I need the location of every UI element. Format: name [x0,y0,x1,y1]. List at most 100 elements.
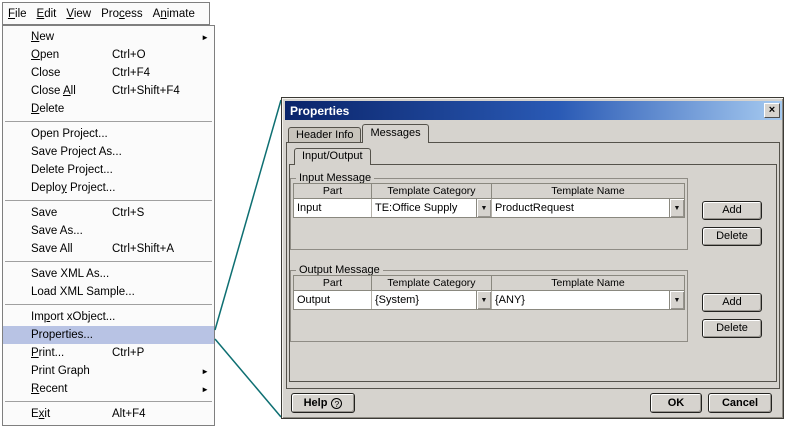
input-message-table: Part Template Category Template Name Input… [293,183,685,218]
menu-item-label: Close [31,67,61,79]
menu-separator [5,304,212,305]
submenu-arrow-icon: ► [201,32,209,42]
message-tab-strip: Input/Output [294,148,371,165]
ok-button[interactable]: OK [650,393,702,413]
part-cell[interactable]: Output [294,291,372,309]
template-name-combo[interactable]: {ANY} ▼ [492,291,684,309]
menu-item-shortcut: Ctrl+Shift+A [112,243,174,255]
template-category-combo[interactable]: TE:Office Supply ▼ [372,199,492,217]
menu-item-label: Print... [31,347,65,359]
menu-item-label: Save [31,207,58,219]
column-header-part[interactable]: Part [294,276,372,291]
menu-item-properties[interactable]: Properties... [3,326,214,344]
menu-item-print[interactable]: Print... Ctrl+P [3,344,214,362]
menu-item-new[interactable]: New ► [3,28,214,46]
submenu-arrow-icon: ► [201,384,209,394]
menubar-item-view[interactable]: View [61,5,96,23]
menu-item-close[interactable]: Close Ctrl+F4 [3,64,214,82]
menu-item-exit[interactable]: Exit Alt+F4 [3,405,214,423]
dialog-tab-strip: Header Info Messages [288,124,429,143]
menu-item-label: Import xObject... [31,311,116,323]
menu-item-label: Save XML As... [31,268,110,280]
table-row: Output {System} ▼ {ANY} ▼ [294,291,684,309]
table-header-row: Part Template Category Template Name [294,276,684,291]
menu-item-shortcut: Ctrl+Shift+F4 [112,85,180,97]
menu-item-label: Close All [31,85,76,97]
callout-line-bottom [214,338,282,418]
menu-item-delete[interactable]: Delete [3,100,214,118]
menu-item-open[interactable]: Open Ctrl+O [3,46,214,64]
menu-item-shortcut: Ctrl+O [112,49,146,61]
dropdown-arrow-icon[interactable]: ▼ [669,291,684,309]
menu-separator [5,121,212,122]
dialog-title: Properties [290,103,350,118]
menubar-item-process[interactable]: Process [96,5,148,23]
menu-item-label: New [31,31,55,43]
menu-item-import-xobject[interactable]: Import xObject... [3,308,214,326]
dropdown-arrow-icon[interactable]: ▼ [669,199,684,217]
menu-item-delete-project[interactable]: Delete Project... [3,161,214,179]
dialog-titlebar[interactable]: Properties × [285,101,782,120]
column-header-template-name[interactable]: Template Name [492,276,684,291]
properties-dialog: Properties × Header Info Messages Input/O… [281,97,784,419]
menu-item-label: Delete [31,103,65,115]
menu-item-save[interactable]: Save Ctrl+S [3,204,214,222]
template-category-combo[interactable]: {System} ▼ [372,291,492,309]
input-message-group: Input Message Part Template Category Templ… [290,172,688,250]
column-header-template-name[interactable]: Template Name [492,184,684,199]
cancel-button[interactable]: Cancel [708,393,772,413]
menu-item-shortcut: Ctrl+P [112,347,145,359]
menu-item-label: Save As... [31,225,83,237]
template-name-combo[interactable]: ProductRequest ▼ [492,199,684,217]
menu-item-label: Print Graph [31,365,90,377]
menu-item-shortcut: Ctrl+S [112,207,145,219]
menu-item-save-as[interactable]: Save As... [3,222,214,240]
dropdown-arrow-icon[interactable]: ▼ [476,199,491,217]
menu-item-label: Open [31,49,60,61]
menu-separator [5,261,212,262]
menu-item-open-project[interactable]: Open Project... [3,125,214,143]
menubar-item-animate[interactable]: Animate [148,5,200,23]
menu-item-save-xml-as[interactable]: Save XML As... [3,265,214,283]
combo-value: {ANY} [495,294,525,306]
combo-value: ProductRequest [495,202,574,214]
menu-item-save-project-as[interactable]: Save Project As... [3,143,214,161]
menu-item-label: Recent [31,383,68,395]
menu-item-label: Save All [31,243,73,255]
help-button[interactable]: Help ? [291,393,355,413]
menu-item-deploy-project[interactable]: Deploy Project... [3,179,214,197]
menu-bar: File Edit View Process Animate [2,2,210,25]
delete-button[interactable]: Delete [702,227,762,246]
table-body: Input TE:Office Supply ▼ ProductRequest ▼ [294,199,684,217]
add-button[interactable]: Add [702,293,762,312]
tab-messages[interactable]: Messages [362,124,429,143]
column-header-template-category[interactable]: Template Category [372,276,492,291]
menu-item-save-all[interactable]: Save All Ctrl+Shift+A [3,240,214,258]
menubar-item-edit[interactable]: Edit [32,5,62,23]
menu-item-recent[interactable]: Recent ► [3,380,214,398]
output-message-table: Part Template Category Template Name Outpu… [293,275,685,310]
column-header-part[interactable]: Part [294,184,372,199]
close-icon: × [768,104,776,116]
help-icon: ? [331,397,343,409]
delete-button[interactable]: Delete [702,319,762,338]
tab-input-output[interactable]: Input/Output [294,148,371,165]
menu-item-close-all[interactable]: Close All Ctrl+Shift+F4 [3,82,214,100]
menu-item-shortcut: Alt+F4 [112,408,146,420]
menubar-item-file[interactable]: File [3,5,32,23]
help-button-label: Help [303,396,328,409]
dropdown-arrow-icon[interactable]: ▼ [476,291,491,309]
part-cell[interactable]: Input [294,199,372,217]
menu-item-print-graph[interactable]: Print Graph ► [3,362,214,380]
menu-item-label: Exit [31,408,51,420]
table-row: Input TE:Office Supply ▼ ProductRequest ▼ [294,199,684,217]
output-message-buttons: Add Delete [702,293,762,338]
table-body: Output {System} ▼ {ANY} ▼ [294,291,684,309]
close-button[interactable]: × [764,103,780,118]
menu-item-load-xml-sample[interactable]: Load XML Sample... [3,283,214,301]
add-button[interactable]: Add [702,201,762,220]
menu-item-shortcut: Ctrl+F4 [112,67,151,79]
menu-item-label: Load XML Sample... [31,286,135,298]
column-header-template-category[interactable]: Template Category [372,184,492,199]
tab-header-info[interactable]: Header Info [288,127,362,142]
